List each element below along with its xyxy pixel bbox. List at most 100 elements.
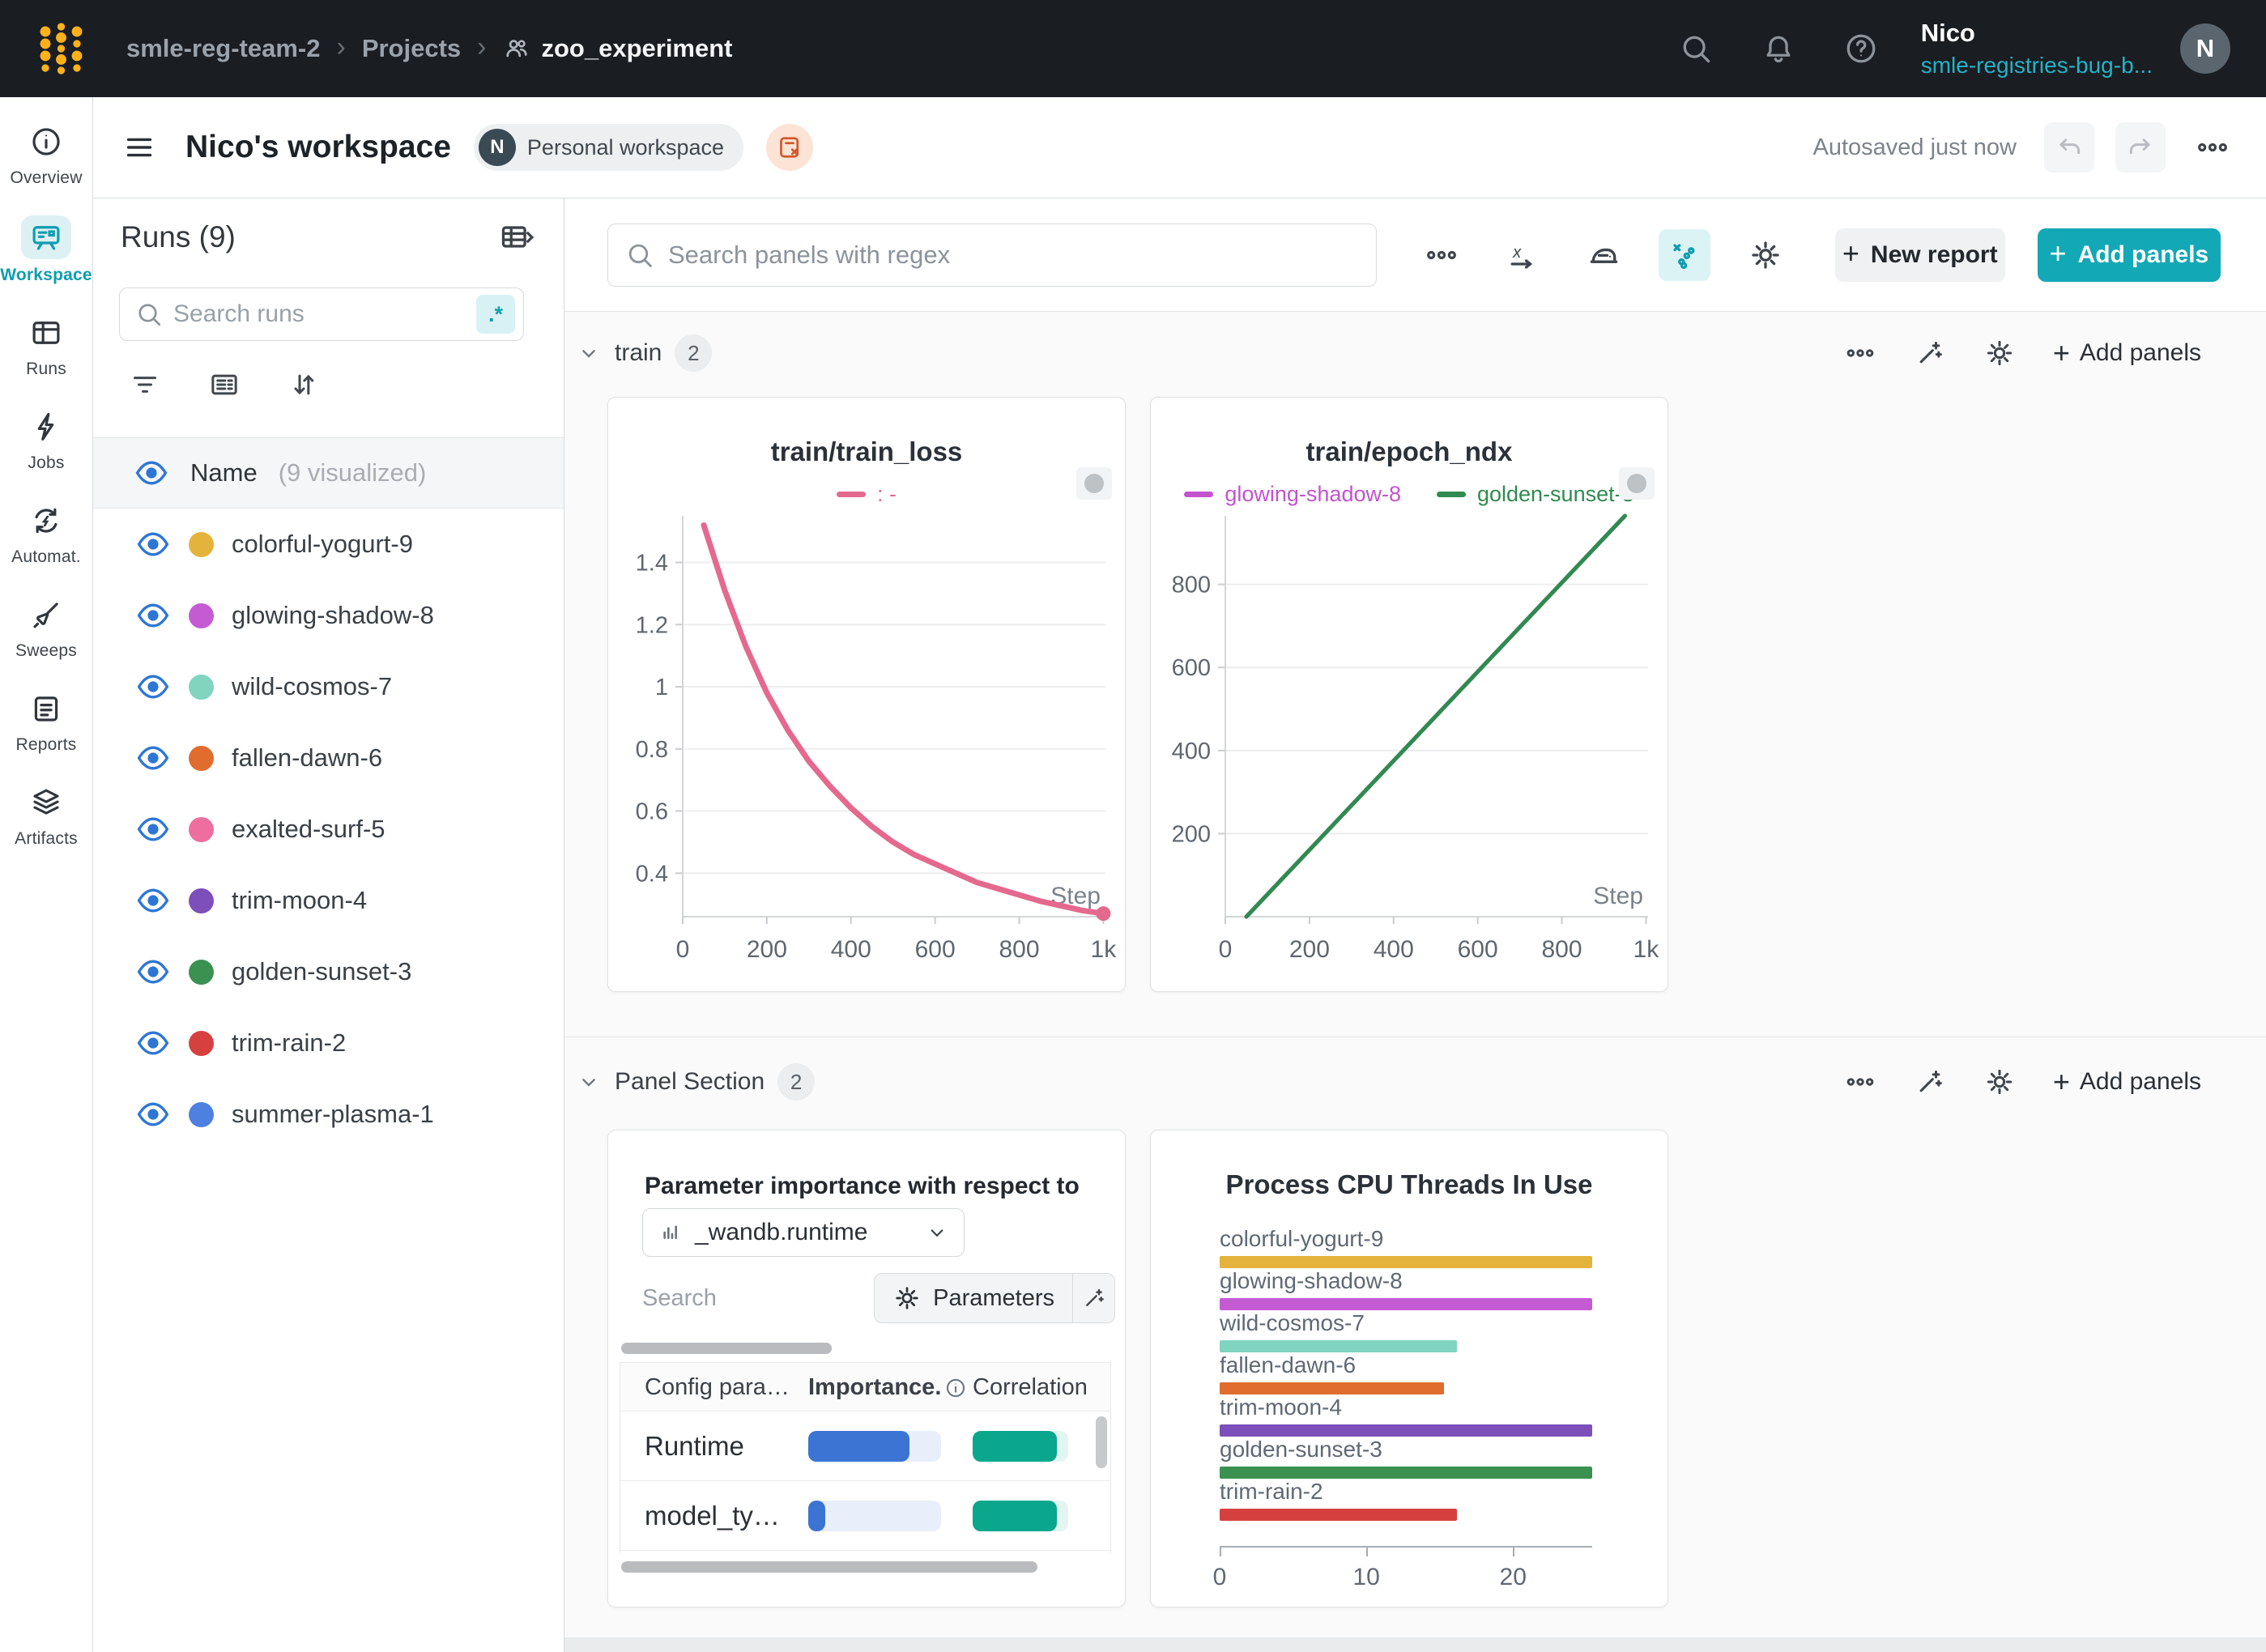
- column-header-correlation[interactable]: Correlation: [973, 1374, 1088, 1401]
- sidebar-item-reports[interactable]: Reports: [16, 688, 77, 755]
- x-axis-settings-button[interactable]: x: [1497, 229, 1548, 281]
- group-list-icon[interactable]: [208, 368, 241, 401]
- run-list-item[interactable]: golden-sunset-3: [93, 936, 564, 1007]
- visibility-eye-icon[interactable]: [135, 811, 171, 847]
- user-org-link[interactable]: smle-registries-bug-b...: [1921, 53, 2153, 79]
- sparkle-wand-icon[interactable]: [1914, 337, 1946, 369]
- parameters-filter-button[interactable]: Parameters: [875, 1274, 1072, 1322]
- dots-menu-icon[interactable]: [1844, 1066, 1876, 1098]
- param-table-row[interactable]: Runtime: [620, 1411, 1110, 1481]
- runs-visibility-header[interactable]: Name (9 visualized): [93, 437, 564, 509]
- metric-dropdown[interactable]: _wandb.runtime: [642, 1208, 965, 1257]
- sidebar-item-runs[interactable]: Runs: [26, 313, 66, 379]
- runs-search-input[interactable]: [173, 300, 466, 328]
- run-list-item[interactable]: exalted-surf-5: [93, 794, 564, 865]
- visibility-eye-icon[interactable]: [135, 740, 171, 776]
- magic-wand-button[interactable]: [1072, 1274, 1114, 1322]
- visibility-eye-icon[interactable]: [135, 598, 171, 633]
- top-navbar: smle-reg-team-2 › Projects › zoo_experim…: [0, 0, 2266, 97]
- param-importance-table: Config para… Importance. Correlation Run…: [620, 1362, 1111, 1553]
- visibility-eye-icon[interactable]: [134, 455, 169, 491]
- regex-toggle-chip[interactable]: .*: [476, 295, 515, 334]
- gear-icon[interactable]: [1983, 337, 2016, 369]
- run-list-item[interactable]: trim-rain-2: [93, 1007, 564, 1079]
- sidebar-item-jobs[interactable]: Jobs: [26, 407, 66, 473]
- panel-search-box[interactable]: [607, 224, 1377, 287]
- smoothing-button[interactable]: [1578, 229, 1629, 281]
- wandb-logo-icon[interactable]: [36, 22, 89, 75]
- visibility-eye-icon[interactable]: [135, 1096, 171, 1132]
- panel-cpu-threads[interactable]: Process CPU Threads In Use colorful-yogu…: [1150, 1130, 1668, 1607]
- new-report-button[interactable]: +New report: [1835, 228, 2005, 282]
- visibility-eye-icon[interactable]: [135, 1025, 171, 1061]
- importance-bar: [808, 1501, 941, 1531]
- visibility-eye-icon[interactable]: [135, 954, 171, 990]
- breadcrumb-projects[interactable]: Projects: [362, 34, 461, 63]
- undo-button[interactable]: [2044, 122, 2094, 172]
- chevron-down-icon[interactable]: [576, 340, 602, 366]
- panel-parameter-importance[interactable]: Parameter importance with respect to _wa…: [607, 1130, 1126, 1607]
- run-list-item[interactable]: glowing-shadow-8: [93, 580, 564, 651]
- breadcrumb-project[interactable]: zoo_experiment: [502, 34, 732, 63]
- visibility-eye-icon[interactable]: [135, 669, 171, 705]
- visibility-eye-icon[interactable]: [135, 526, 171, 562]
- overflow-menu-icon[interactable]: [2195, 130, 2230, 165]
- panel-drag-handle[interactable]: [1076, 467, 1112, 500]
- point-visualization-button[interactable]: [1659, 229, 1710, 281]
- gear-icon: [1748, 237, 1783, 273]
- visibility-eye-icon[interactable]: [135, 883, 171, 918]
- help-icon[interactable]: [1843, 31, 1879, 66]
- horizontal-scrollbar[interactable]: [621, 1561, 1111, 1574]
- panel-epoch-ndx[interactable]: train/epoch_ndx glowing-shadow-8golden-s…: [1150, 397, 1668, 992]
- personal-workspace-badge[interactable]: N Personal workspace: [474, 124, 743, 171]
- autosave-status: Autosaved just now: [1813, 134, 2017, 161]
- panel-search-input[interactable]: [668, 241, 1360, 270]
- sidebar-item-sweeps[interactable]: Sweeps: [15, 594, 77, 661]
- svg-text:0: 0: [1219, 936, 1233, 963]
- breadcrumb-team[interactable]: smle-reg-team-2: [126, 34, 320, 63]
- panel-overflow-menu-button[interactable]: [1416, 229, 1467, 281]
- runs-search-box[interactable]: .*: [119, 287, 524, 341]
- notifications-bell-icon[interactable]: [1761, 31, 1796, 66]
- run-list-item[interactable]: summer-plasma-1: [93, 1079, 564, 1150]
- section-title[interactable]: train: [615, 339, 662, 367]
- add-panels-button[interactable]: +Add panels: [2038, 228, 2221, 282]
- filter-icon[interactable]: [129, 368, 161, 401]
- sidebar-item-workspace[interactable]: Workspace: [0, 215, 92, 285]
- horizontal-scrollbar[interactable]: [621, 1343, 1111, 1356]
- collapse-sidebar-icon[interactable]: [121, 129, 158, 166]
- gear-icon[interactable]: [1983, 1066, 2016, 1098]
- redo-button[interactable]: [2115, 122, 2166, 172]
- panel-train-loss[interactable]: train/train_loss : - 0.40.60.811.21.4020…: [607, 397, 1126, 992]
- sort-icon[interactable]: [288, 368, 320, 401]
- param-table-row[interactable]: model_ty…: [620, 1481, 1110, 1551]
- param-search-input[interactable]: [642, 1285, 853, 1312]
- sidebar-item-label: Overview: [10, 168, 82, 188]
- run-list-item[interactable]: trim-moon-4: [93, 865, 564, 936]
- panel-drag-handle[interactable]: [1619, 467, 1655, 500]
- column-header-config-param[interactable]: Config para…: [645, 1374, 790, 1401]
- workspace-settings-button[interactable]: [1740, 229, 1791, 281]
- column-header-importance[interactable]: Importance.: [808, 1374, 967, 1401]
- run-list-item[interactable]: wild-cosmos-7: [93, 651, 564, 722]
- run-list-item[interactable]: fallen-dawn-6: [93, 722, 564, 794]
- user-block[interactable]: Nico smle-registries-bug-b...: [1921, 19, 2153, 79]
- dots-menu-icon[interactable]: [1844, 337, 1876, 369]
- avatar[interactable]: N: [2180, 23, 2230, 74]
- sparkle-wand-icon[interactable]: [1914, 1066, 1946, 1098]
- vertical-scrollbar[interactable]: [1096, 1416, 1107, 1468]
- chevron-down-icon[interactable]: [576, 1069, 602, 1095]
- section-add-panels-button[interactable]: +Add panels: [2053, 1065, 2201, 1099]
- run-list-item[interactable]: colorful-yogurt-9: [93, 509, 564, 580]
- section-title[interactable]: Panel Section: [615, 1068, 765, 1096]
- sidebar-item-automations[interactable]: Automat.: [11, 500, 81, 567]
- expand-runs-table-icon[interactable]: [494, 219, 539, 255]
- sidebar-item-artifacts[interactable]: Artifacts: [15, 782, 78, 849]
- sidebar-item-overview[interactable]: Overview: [10, 121, 82, 188]
- search-icon[interactable]: [1678, 31, 1714, 66]
- unsaved-panels-chip[interactable]: [766, 124, 813, 171]
- runs-panel-title: Runs (9): [121, 220, 236, 254]
- workspace-title[interactable]: Nico's workspace: [185, 130, 451, 165]
- info-circle-icon: [26, 121, 66, 162]
- section-add-panels-button[interactable]: +Add panels: [2053, 336, 2201, 370]
